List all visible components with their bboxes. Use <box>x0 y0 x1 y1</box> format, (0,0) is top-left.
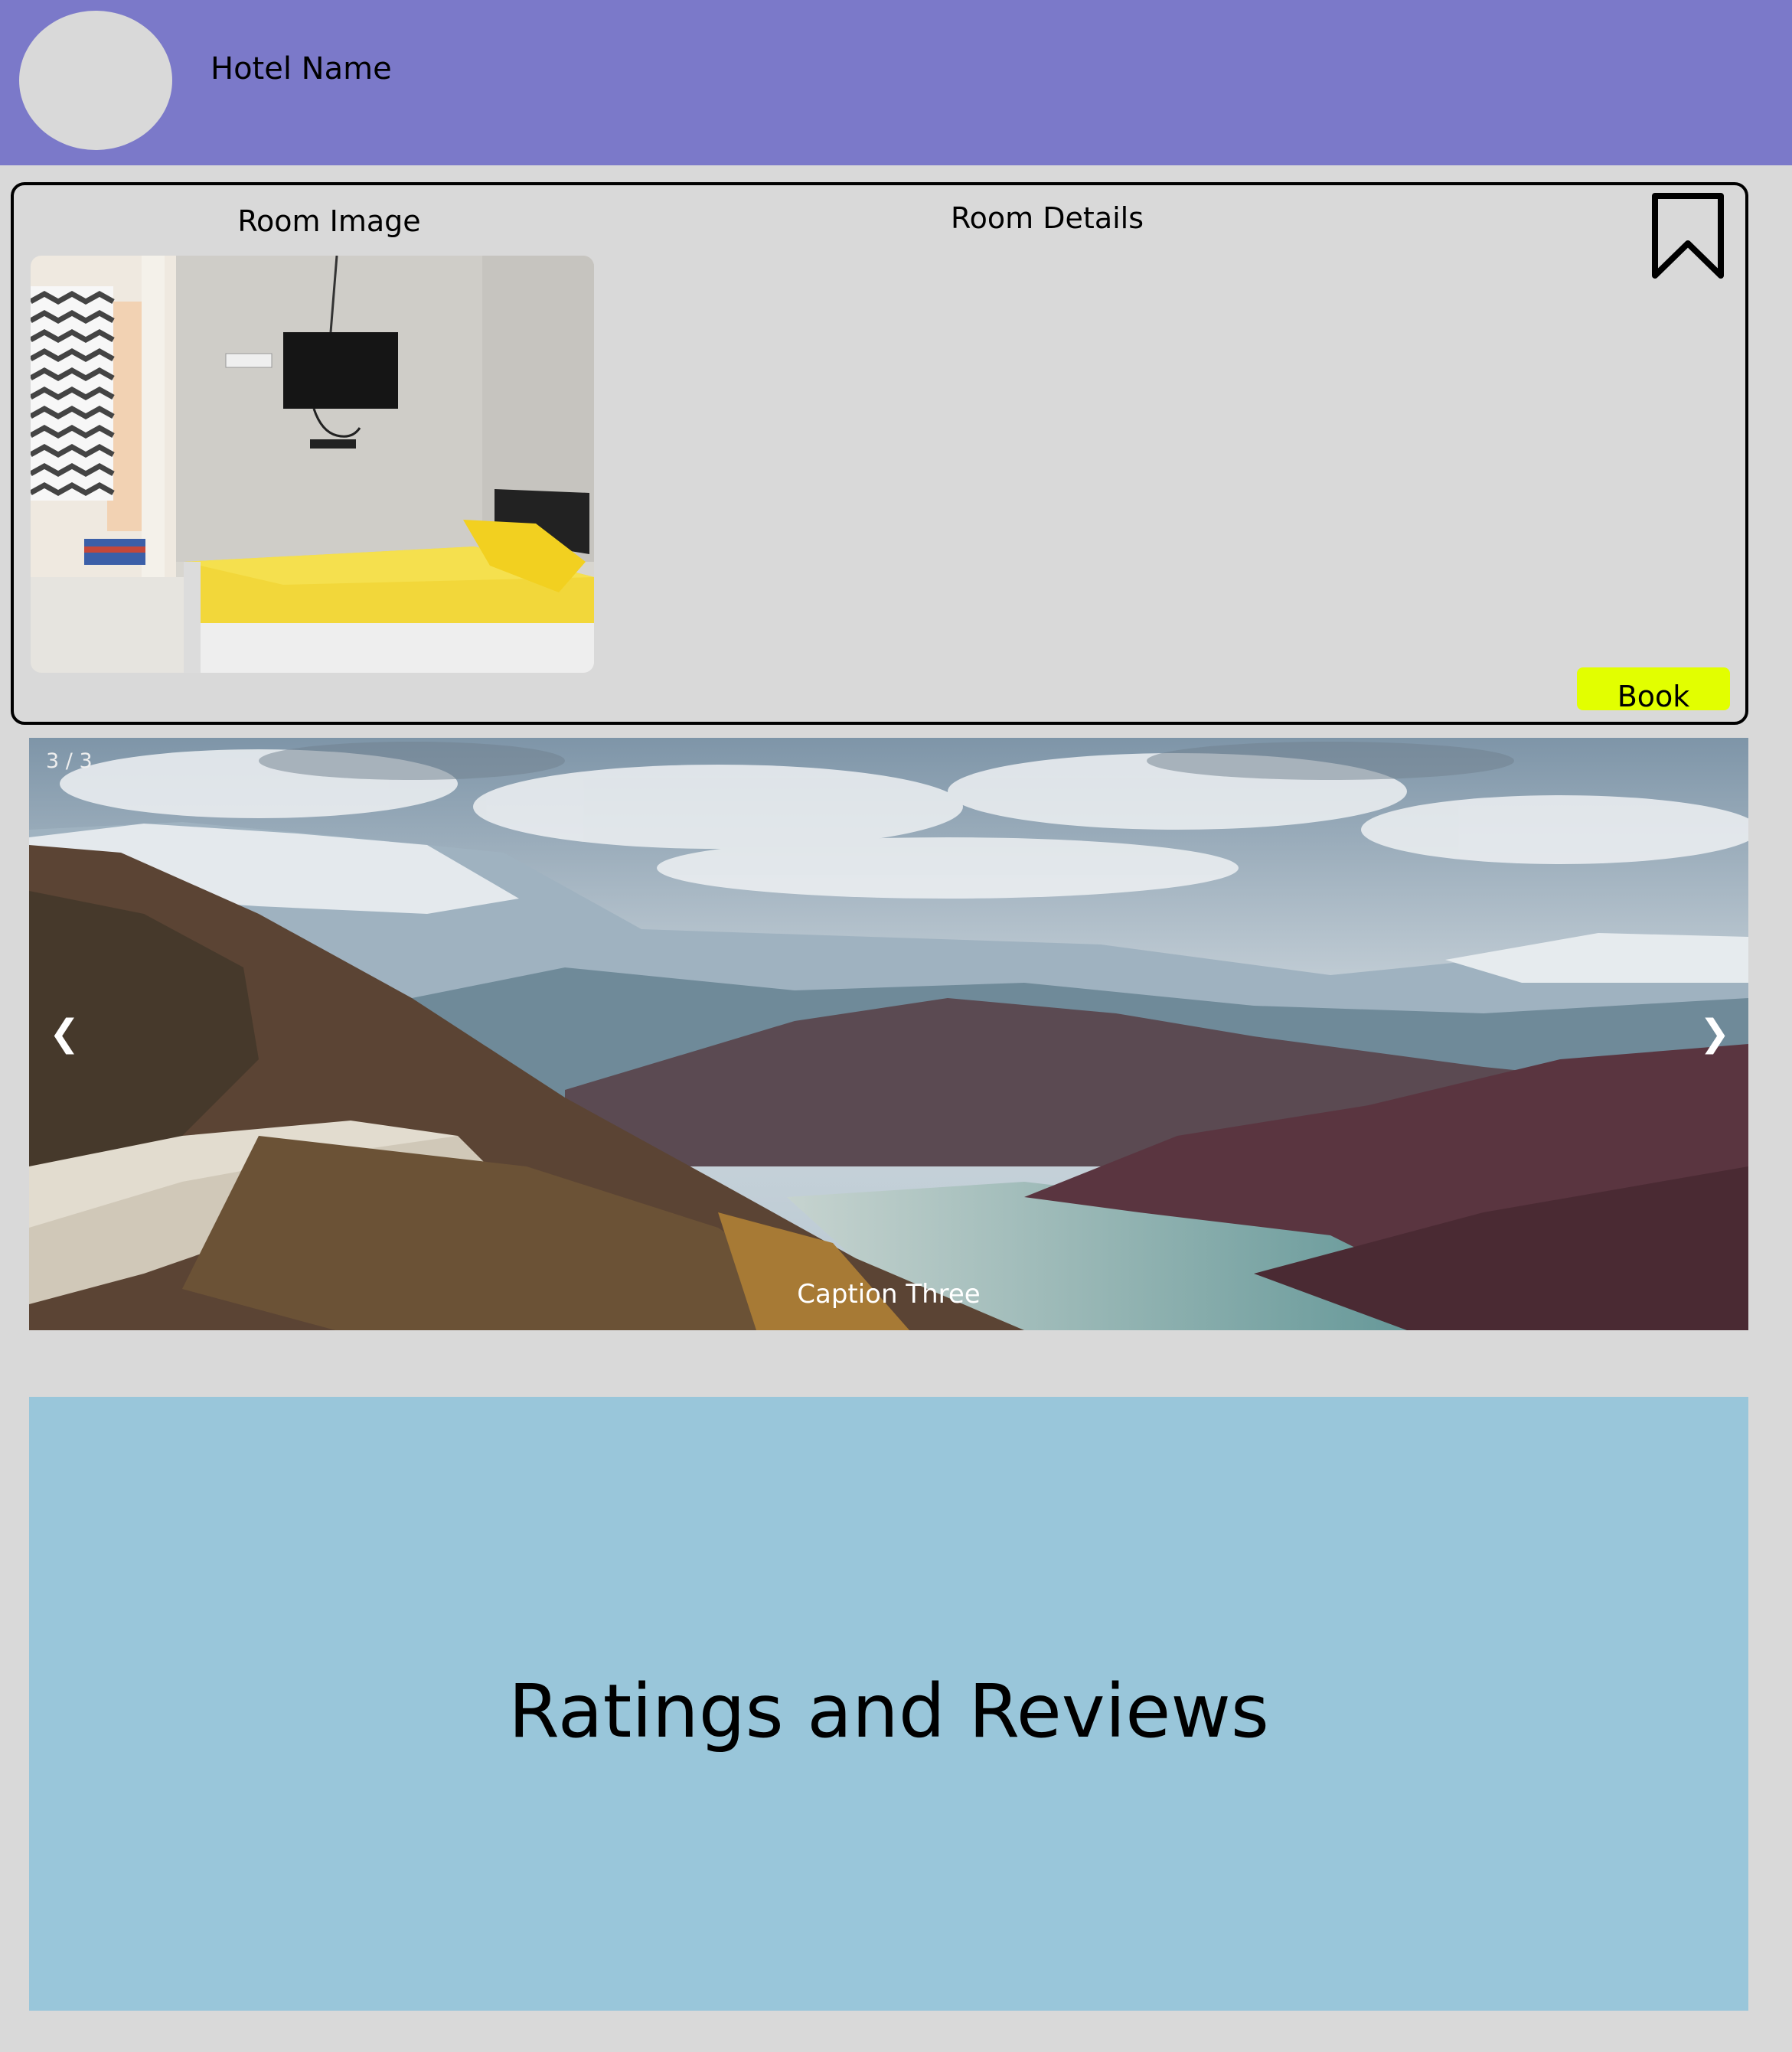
ratings-title: Ratings and Reviews <box>508 1669 1269 1754</box>
bookmark-icon[interactable] <box>1647 190 1728 283</box>
room-card: Room Image Room Details Book <box>11 182 1748 725</box>
slide-caption: Caption Three <box>797 1279 981 1310</box>
room-image-label: Room Image <box>237 204 421 238</box>
slide-image <box>29 738 1748 1330</box>
room-details-label: Room Details <box>950 201 1144 235</box>
next-slide-button[interactable]: ❯ <box>1699 1015 1730 1052</box>
hotel-logo <box>19 11 172 150</box>
room-photo <box>31 256 594 673</box>
header-bar: Hotel Name <box>0 0 1792 165</box>
hotel-name: Hotel Name <box>211 51 392 86</box>
ratings-section: Ratings and Reviews <box>29 1397 1748 2011</box>
image-slideshow: 3 / 3 ❮ ❯ Caption Three <box>29 738 1748 1330</box>
previous-slide-button[interactable]: ❮ <box>49 1015 80 1052</box>
book-button[interactable]: Book <box>1577 667 1730 713</box>
slide-counter: 3 / 3 <box>46 749 93 773</box>
